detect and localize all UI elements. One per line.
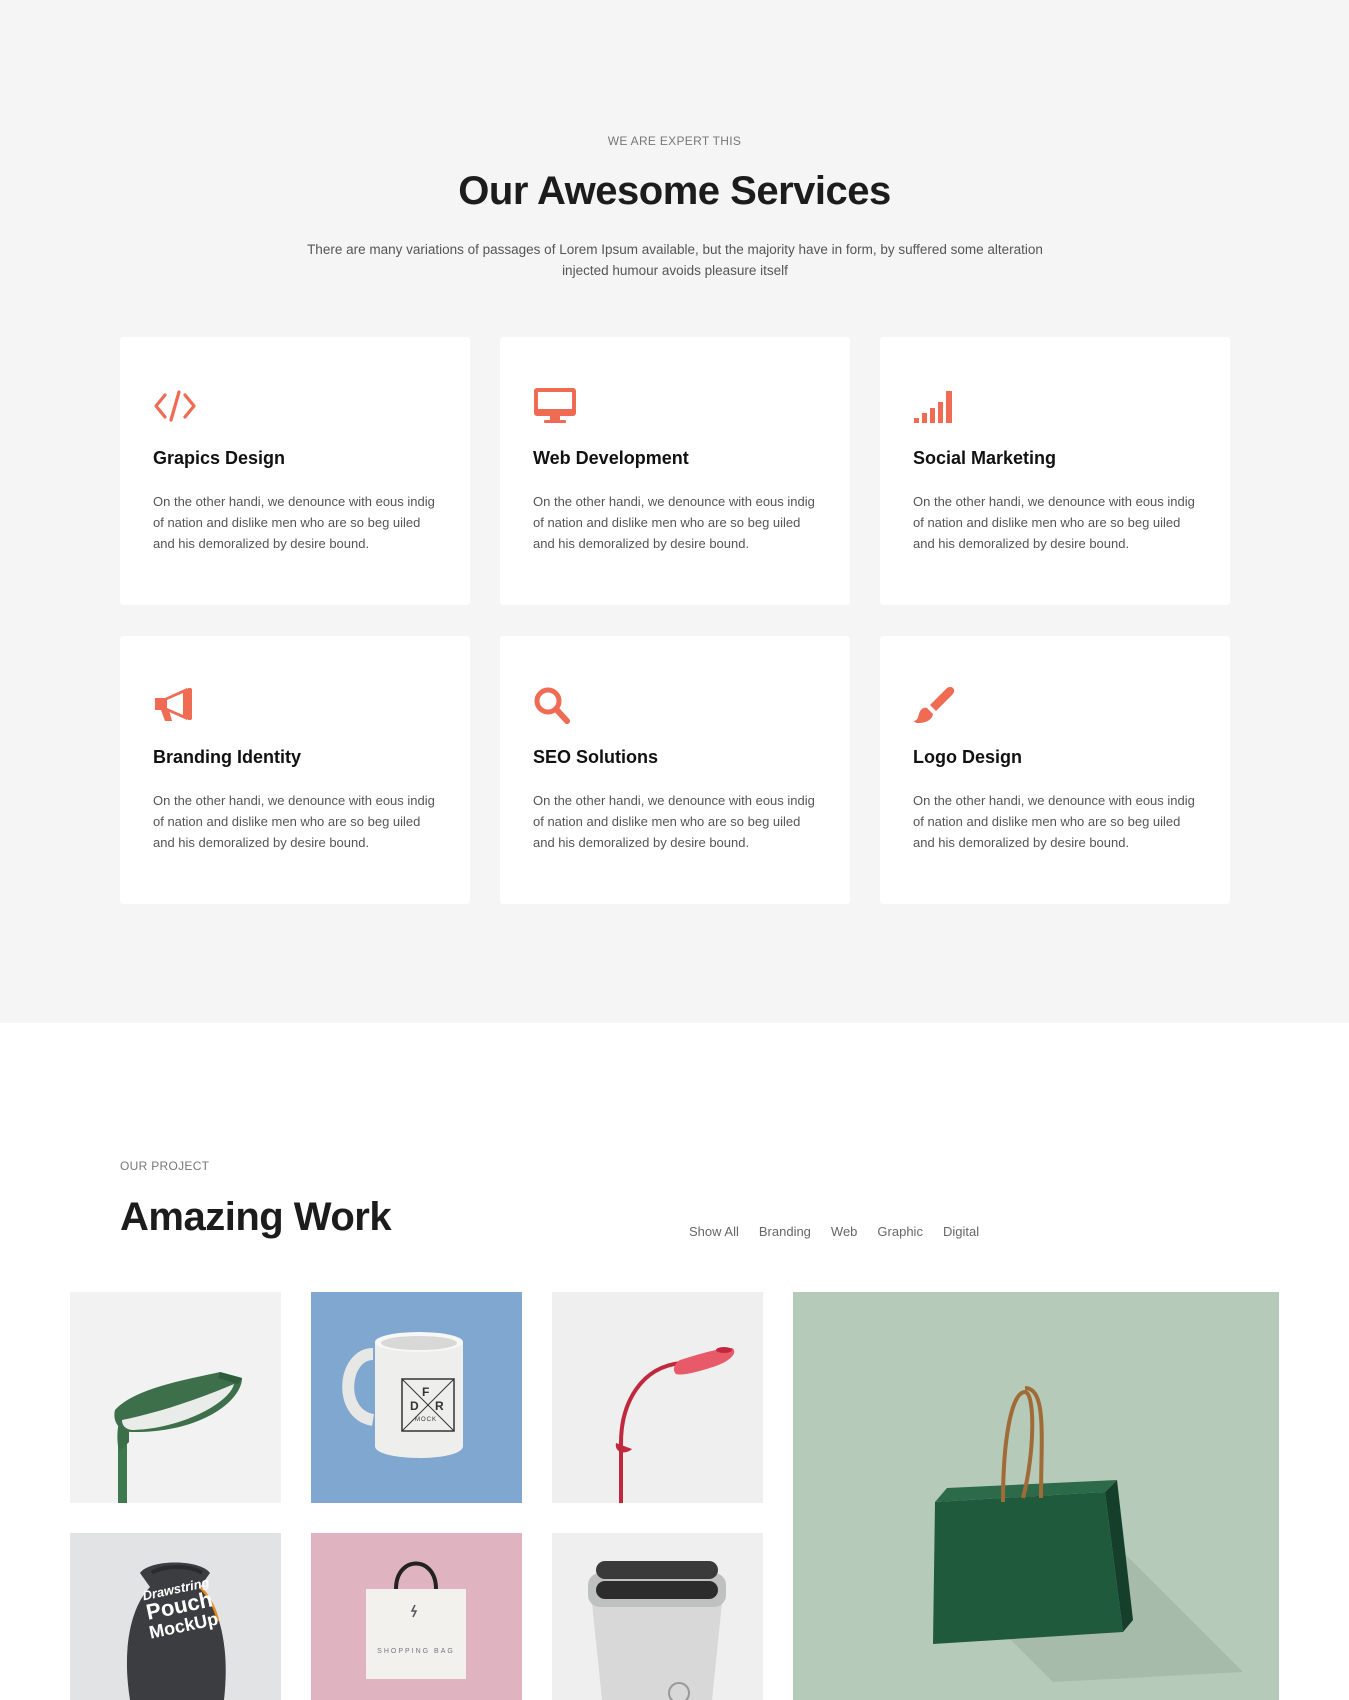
filter-branding[interactable]: Branding <box>759 1224 811 1239</box>
service-card-title: Grapics Design <box>153 448 286 468</box>
shopping-bag-mockup-image[interactable] <box>311 1533 522 1700</box>
services-eyebrow: WE ARE EXPERT THIS <box>607 134 742 148</box>
service-card-text: On the other handi, we denounce with eou… <box>533 494 815 551</box>
green-lamp-image[interactable] <box>70 1292 281 1503</box>
service-card-text: On the other handi, we denounce with eou… <box>153 793 435 850</box>
work-title: Amazing Work <box>120 1195 392 1239</box>
red-lamp-image[interactable] <box>552 1292 763 1503</box>
service-card-social-marketing[interactable]: Social Marketing On the other handi, we … <box>880 337 1230 605</box>
service-card-title: SEO Solutions <box>533 747 659 767</box>
service-card-logo-design[interactable]: Logo Design On the other handi, we denou… <box>880 636 1230 904</box>
search-icon <box>533 686 577 724</box>
filter-digital[interactable]: Digital <box>943 1224 979 1239</box>
bag-print-text: SHOPPING BAG <box>377 1648 455 1655</box>
mug-logo: D F R MOCK <box>401 1381 453 1433</box>
filter-graphic[interactable]: Graphic <box>877 1224 923 1239</box>
code-icon <box>153 387 197 425</box>
service-card-title: Web Development <box>533 448 689 468</box>
service-card-title: Branding Identity <box>153 747 301 767</box>
service-card-title: Social Marketing <box>913 448 1057 468</box>
services-description: There are many variations of passages of… <box>307 242 1043 278</box>
work-eyebrow: OUR PROJECT <box>120 1159 210 1173</box>
portfolio-filters: Show All Branding Web Graphic Digital <box>689 1224 999 1239</box>
mug-logo-letter: D <box>410 1399 419 1413</box>
service-card-web-development[interactable]: Web Development On the other handi, we d… <box>500 337 850 605</box>
service-card-title: Logo Design <box>913 747 1022 767</box>
service-card-branding-identity[interactable]: Branding Identity On the other handi, we… <box>120 636 470 904</box>
services-section: WE ARE EXPERT THIS Our Awesome Services … <box>0 0 1349 1023</box>
mug-logo-text: MOCK <box>415 1417 437 1423</box>
shaver-image[interactable] <box>552 1533 763 1700</box>
filter-web[interactable]: Web <box>831 1224 858 1239</box>
megaphone-icon <box>153 686 197 724</box>
service-card-text: On the other handi, we denounce with eou… <box>913 494 1195 551</box>
green-shopping-bag-image[interactable] <box>793 1292 1279 1700</box>
paint-brush-icon <box>913 686 957 724</box>
service-card-graphics-design[interactable]: Grapics Design On the other handi, we de… <box>120 337 470 605</box>
service-card-text: On the other handi, we denounce with eou… <box>913 793 1195 850</box>
filter-show-all[interactable]: Show All <box>689 1224 739 1239</box>
bag-print: SHOPPING BAG <box>366 1648 466 1655</box>
services-title: Our Awesome Services <box>458 169 891 213</box>
service-card-text: On the other handi, we denounce with eou… <box>533 793 815 850</box>
service-card-text: On the other handi, we denounce with eou… <box>153 494 435 551</box>
signal-bars-icon <box>913 387 957 425</box>
mug-logo-letter: F <box>422 1385 430 1399</box>
service-card-seo-solutions[interactable]: SEO Solutions On the other handi, we den… <box>500 636 850 904</box>
mug-logo-letter: R <box>435 1399 444 1413</box>
monitor-icon <box>533 387 577 425</box>
